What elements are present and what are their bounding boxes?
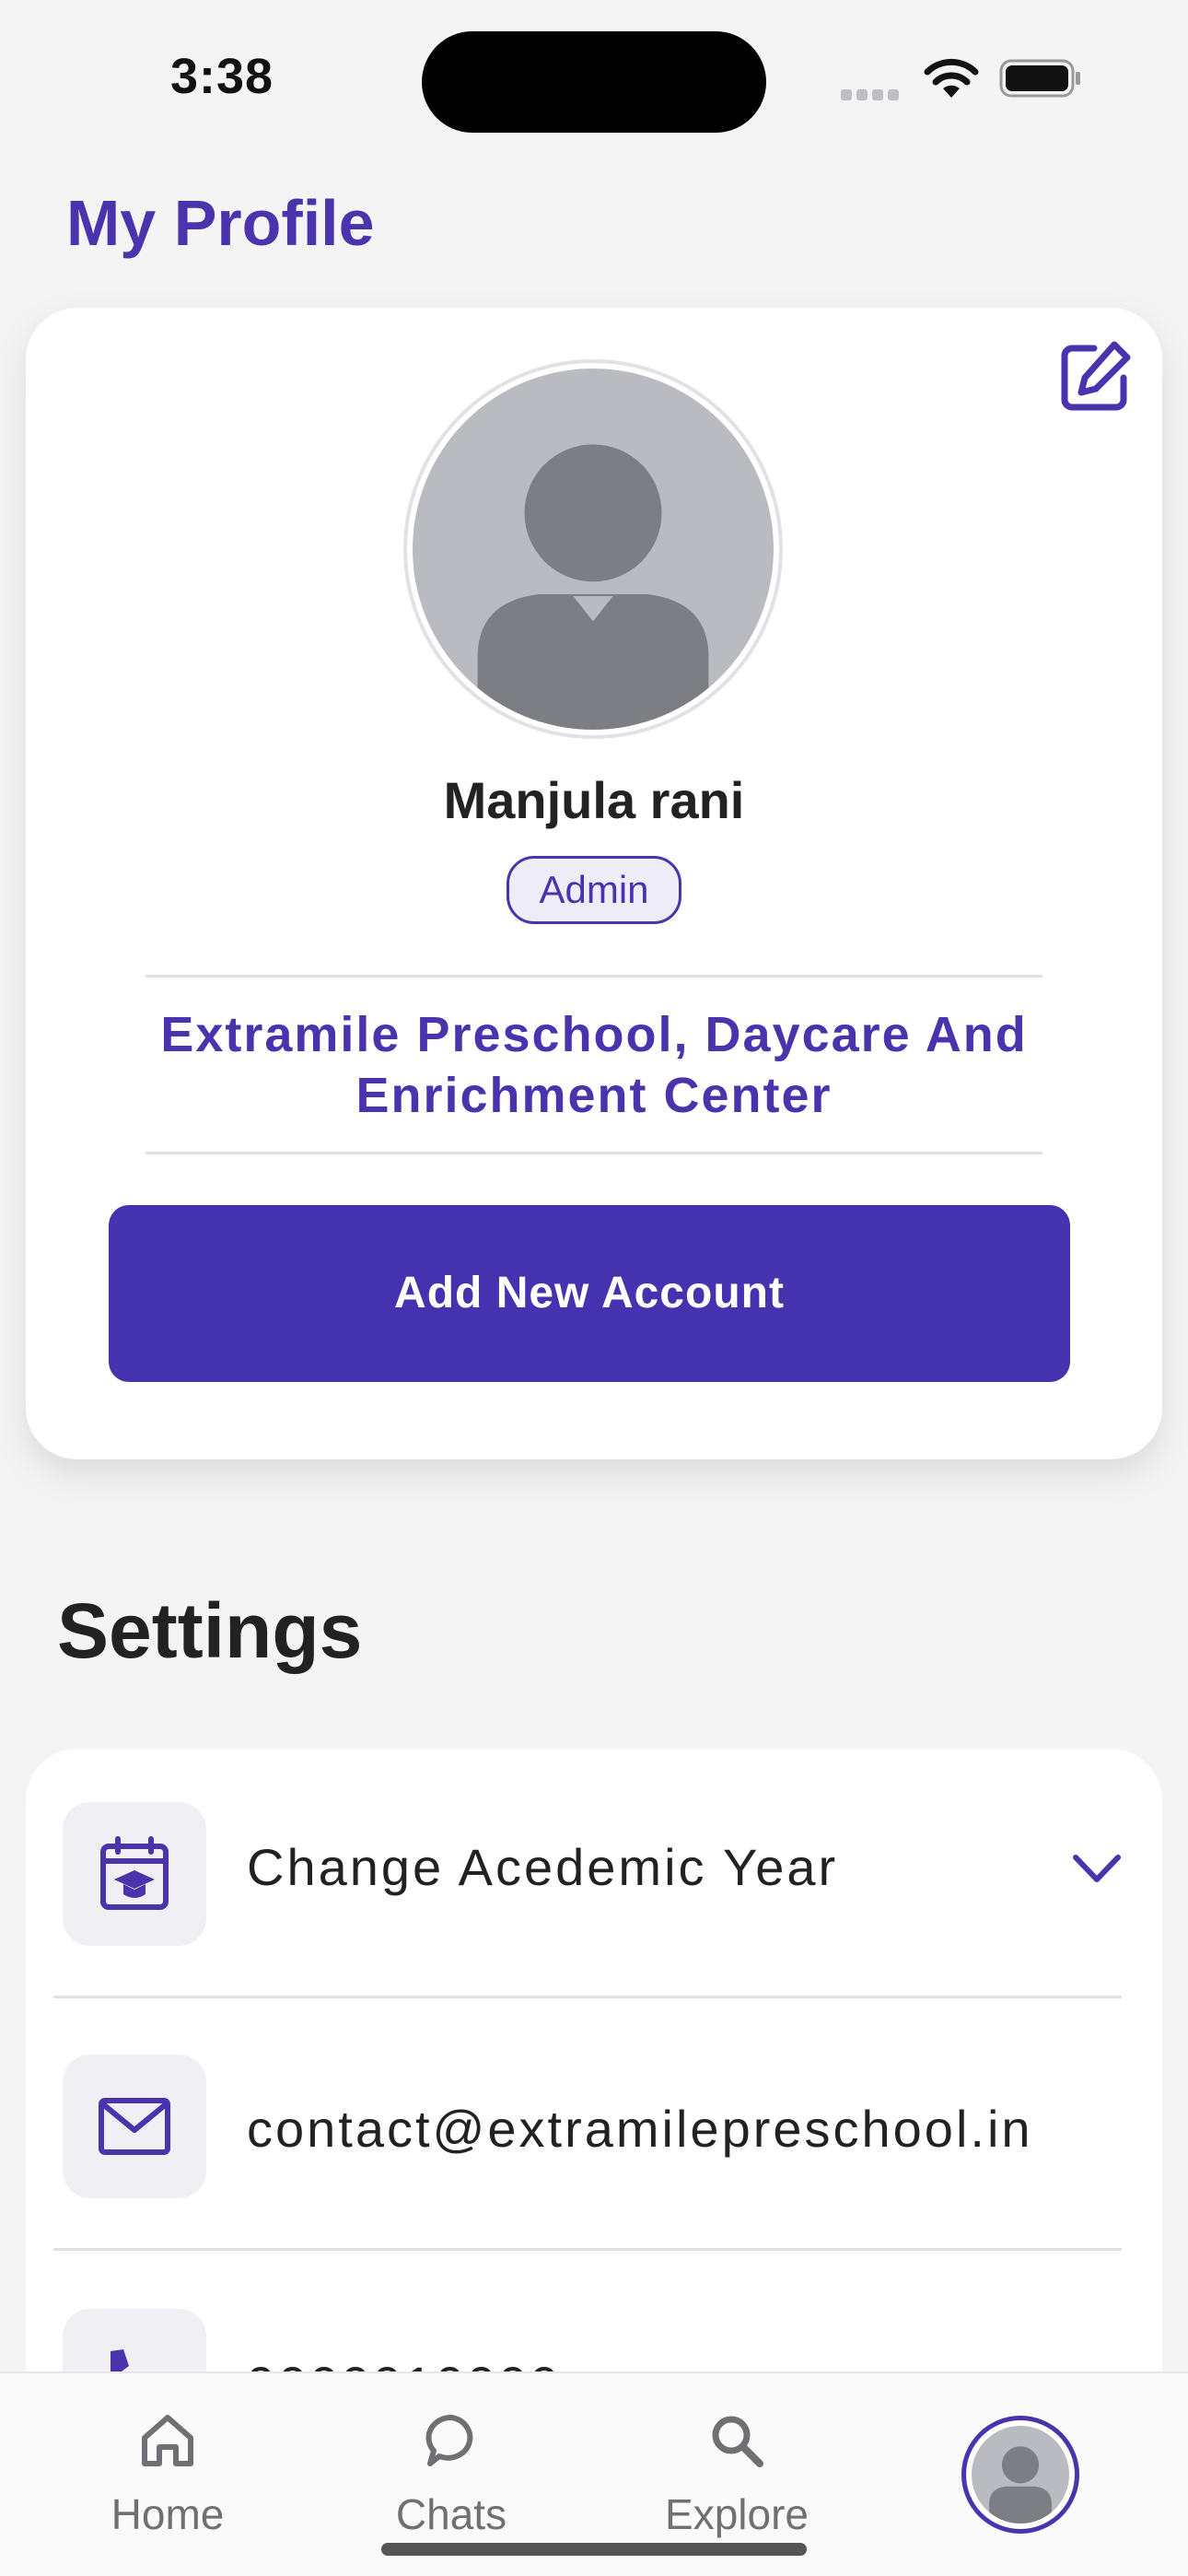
dynamic-island bbox=[422, 31, 766, 133]
calendar-graduation-icon bbox=[100, 1836, 169, 1910]
settings-divider bbox=[53, 1996, 1122, 1998]
nav-home[interactable]: Home bbox=[57, 2373, 278, 2576]
search-icon bbox=[712, 2416, 763, 2467]
role-badge: Admin bbox=[507, 856, 681, 924]
chat-icon bbox=[425, 2414, 473, 2466]
battery-icon bbox=[999, 59, 1080, 98]
home-indicator bbox=[381, 2543, 807, 2556]
divider-bottom bbox=[146, 1152, 1042, 1154]
profile-avatar-icon bbox=[972, 2426, 1069, 2523]
nav-label: Chats bbox=[395, 2490, 507, 2538]
mail-icon bbox=[99, 2098, 170, 2155]
setting-label: contact@extramilepreschool.in bbox=[247, 2100, 1033, 2158]
profile-avatar[interactable] bbox=[403, 359, 783, 739]
add-new-account-button[interactable]: Add New Account bbox=[109, 1205, 1070, 1382]
setting-label: Change Acedemic Year bbox=[247, 1838, 839, 1896]
user-name: Manjula rani bbox=[443, 771, 745, 829]
school-name: Extramile Preschool, Daycare And Enrichm… bbox=[160, 1007, 1028, 1123]
nav-profile[interactable] bbox=[961, 2416, 1079, 2534]
cellular-signal-icon bbox=[841, 88, 903, 105]
user-placeholder-icon bbox=[413, 369, 774, 730]
setting-icon-box bbox=[63, 1802, 206, 1946]
chevron-down-icon[interactable] bbox=[1070, 1852, 1124, 1885]
divider-top bbox=[146, 975, 1042, 978]
setting-icon-box bbox=[63, 2055, 206, 2198]
edit-profile-icon[interactable] bbox=[1059, 339, 1133, 413]
nav-label: Home bbox=[111, 2490, 225, 2538]
wifi-icon bbox=[924, 58, 979, 98]
page-title: My Profile bbox=[66, 187, 375, 259]
settings-divider bbox=[53, 2248, 1122, 2251]
settings-title: Settings bbox=[57, 1587, 363, 1674]
home-icon bbox=[142, 2415, 193, 2466]
status-time: 3:38 bbox=[170, 49, 274, 104]
status-bar: 3:38 bbox=[0, 0, 1188, 147]
nav-label: Explore bbox=[665, 2490, 809, 2538]
